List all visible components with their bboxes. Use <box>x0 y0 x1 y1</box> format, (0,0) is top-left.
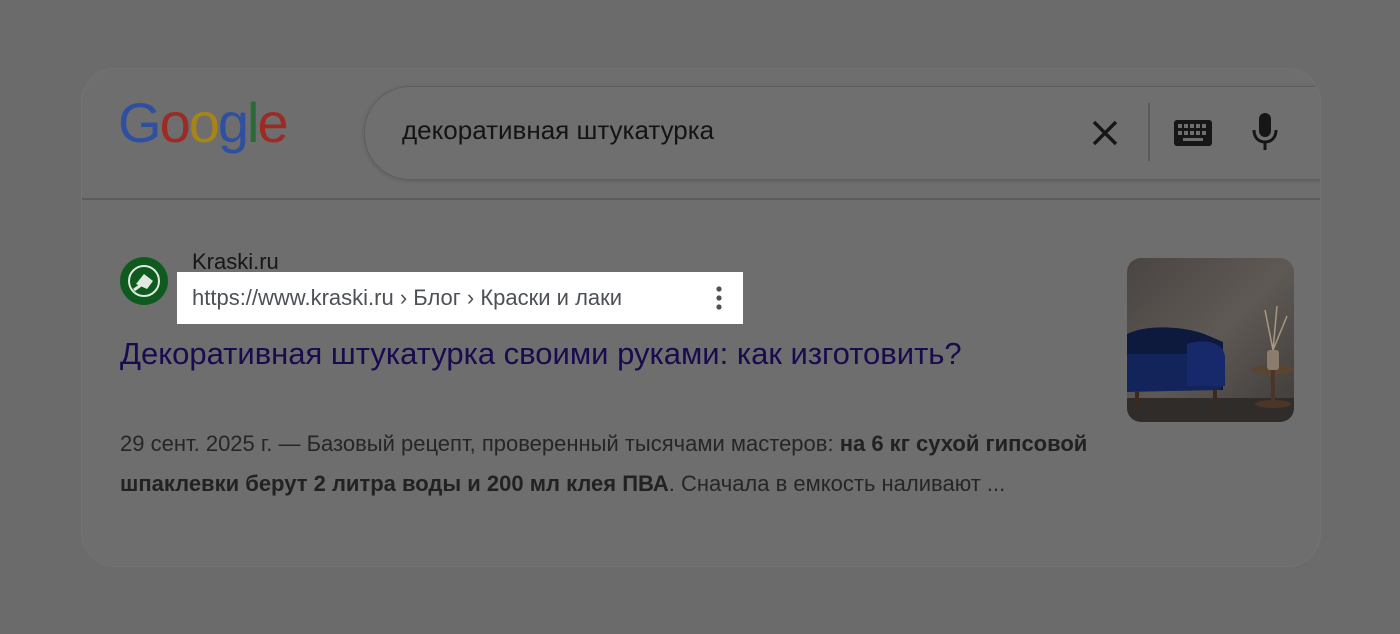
page-overlay: Google декоративная штукатурка Kraski.ru… <box>0 0 1400 634</box>
logo-letter: o <box>159 91 191 154</box>
more-vert-icon <box>716 286 722 310</box>
search-box[interactable]: декоративная штукатурка <box>364 86 1320 180</box>
mic-icon <box>1252 113 1278 150</box>
search-input[interactable]: декоративная штукатурка <box>402 115 714 146</box>
logo-letter: l <box>247 91 260 154</box>
keyboard-button[interactable] <box>1173 113 1213 153</box>
site-favicon[interactable] <box>120 257 168 305</box>
snippet-lead: Базовый рецепт, проверенный тысячами мас… <box>306 431 840 456</box>
logo-letter: G <box>118 91 162 154</box>
result-url[interactable]: https://www.kraski.ru › Блог › Краски и … <box>192 285 622 311</box>
logo-letter: e <box>257 91 288 154</box>
result-title-link[interactable]: Декоративная штукатурка своими руками: к… <box>120 331 980 376</box>
google-logo[interactable]: Google <box>118 91 289 154</box>
snippet-separator: — <box>272 431 307 456</box>
logo-letter: o <box>188 91 220 154</box>
search-header: Google декоративная штукатурка <box>82 69 1320 200</box>
result-thumbnail[interactable] <box>1127 258 1294 422</box>
search-divider <box>1148 103 1150 161</box>
url-highlight: https://www.kraski.ru › Блог › Краски и … <box>177 272 743 324</box>
voice-search-button[interactable] <box>1245 109 1285 155</box>
result-snippet: 29 сент. 2025 г. — Базовый рецепт, прове… <box>120 424 1110 504</box>
blue-armchair-image <box>1127 258 1294 422</box>
more-options-button[interactable] <box>709 284 729 312</box>
logo-letter: g <box>217 91 249 154</box>
search-result-card: Google декоративная штукатурка Kraski.ru… <box>81 68 1321 567</box>
keyboard-icon <box>1174 120 1212 146</box>
snippet-date: 29 сент. 2025 г. <box>120 431 273 456</box>
close-icon <box>1092 120 1118 146</box>
snippet-tail: . Сначала в емкость наливают ... <box>668 471 1006 496</box>
kraski-logo-icon <box>128 265 160 297</box>
clear-search-button[interactable] <box>1085 113 1125 153</box>
